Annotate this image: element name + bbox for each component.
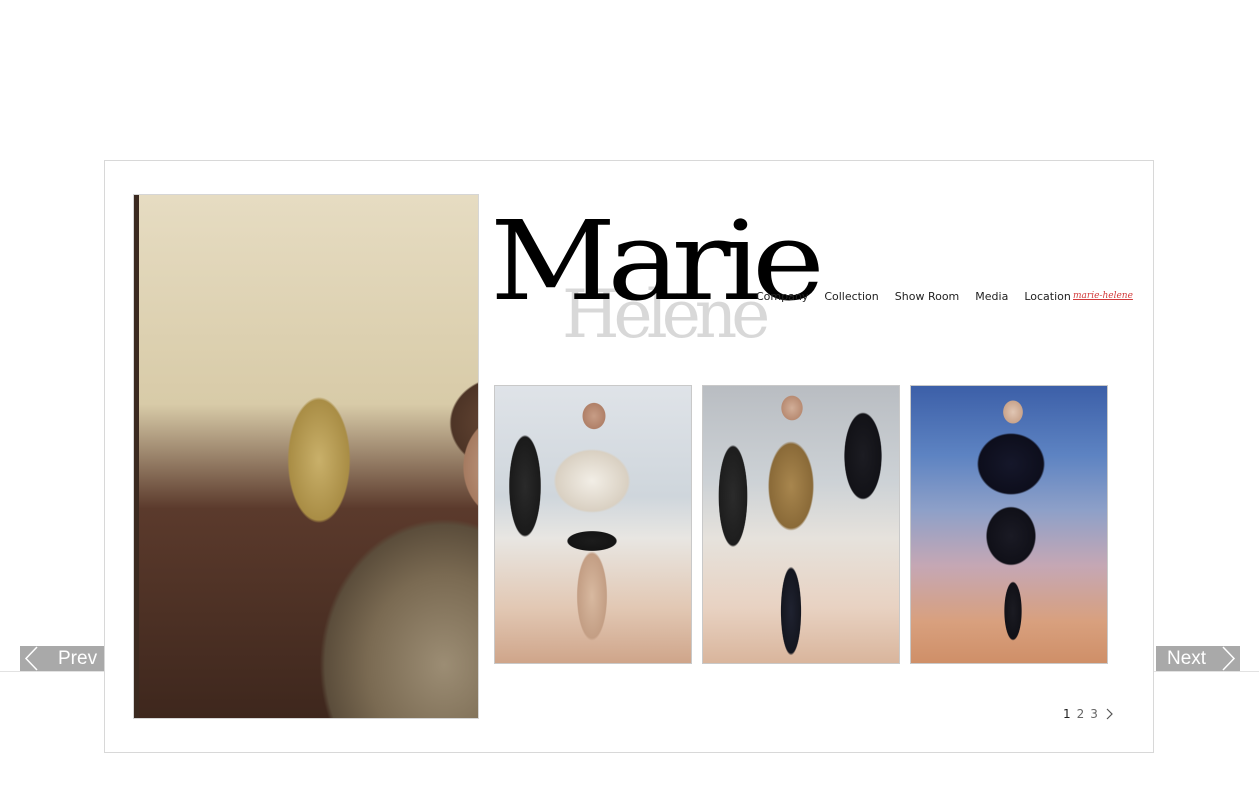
next-button-label: Next bbox=[1167, 648, 1207, 669]
prev-button-label: Prev bbox=[58, 648, 98, 669]
main-navigation: Company Collection Show Room Media Locat… bbox=[756, 290, 1071, 303]
pagination: 1 2 3 bbox=[1063, 707, 1115, 721]
nav-item-show-room[interactable]: Show Room bbox=[895, 290, 960, 303]
chevron-right-icon bbox=[1222, 646, 1236, 671]
runway-thumbnail-3[interactable] bbox=[910, 385, 1108, 664]
next-button[interactable]: Next bbox=[1156, 646, 1240, 671]
nav-item-collection[interactable]: Collection bbox=[824, 290, 878, 303]
chevron-right-icon[interactable] bbox=[1104, 707, 1115, 721]
page-link-1[interactable]: 1 bbox=[1063, 707, 1071, 721]
brand-logo[interactable]: Helene Marie bbox=[490, 206, 825, 366]
page-link-2[interactable]: 2 bbox=[1077, 707, 1085, 721]
nav-item-location[interactable]: Location bbox=[1024, 290, 1071, 303]
runway-thumbnail-2[interactable] bbox=[702, 385, 900, 664]
chevron-left-icon bbox=[24, 646, 38, 671]
runway-thumbnail-1[interactable] bbox=[494, 385, 692, 664]
prev-button[interactable]: Prev bbox=[20, 646, 104, 671]
nav-item-media[interactable]: Media bbox=[975, 290, 1008, 303]
main-fashion-photo bbox=[133, 194, 479, 719]
page-link-3[interactable]: 3 bbox=[1090, 707, 1098, 721]
nav-brand-link[interactable]: marie-helene bbox=[1073, 291, 1133, 301]
nav-item-company[interactable]: Company bbox=[756, 290, 808, 303]
